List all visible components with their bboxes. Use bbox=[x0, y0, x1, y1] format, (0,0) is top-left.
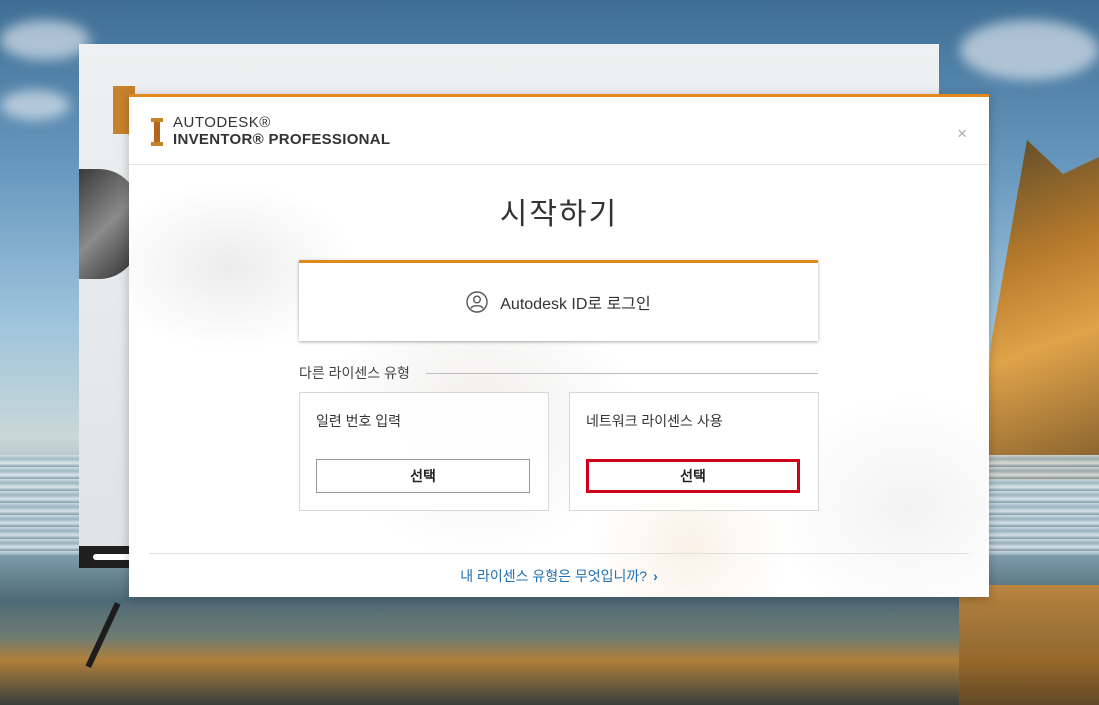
brand-product: INVENTOR® PROFESSIONAL bbox=[173, 131, 391, 148]
cloud bbox=[960, 20, 1099, 80]
divider bbox=[426, 373, 818, 374]
cloud bbox=[0, 20, 90, 60]
footer-divider bbox=[149, 553, 969, 554]
user-icon bbox=[466, 291, 488, 313]
network-license-card: 네트워크 라이센스 사용 선택 bbox=[569, 392, 819, 511]
cliff-reflection bbox=[959, 585, 1099, 705]
network-license-select-button[interactable]: 선택 bbox=[586, 459, 800, 493]
network-license-label: 네트워크 라이센스 사용 bbox=[586, 413, 723, 429]
close-icon[interactable]: × bbox=[957, 125, 967, 142]
sign-in-label: Autodesk ID로 로그인 bbox=[500, 296, 651, 313]
inventor-logo-icon bbox=[151, 118, 163, 146]
license-type-help-link[interactable]: 내 라이센스 유형은 무엇입니까? › bbox=[129, 566, 989, 586]
serial-number-label: 일련 번호 입력 bbox=[316, 413, 402, 429]
dialog-header: AUTODESK® INVENTOR® PROFESSIONAL × bbox=[129, 97, 989, 165]
brand-autodesk: AUTODESK® bbox=[173, 114, 271, 131]
cliff bbox=[979, 140, 1099, 480]
serial-number-select-button[interactable]: 선택 bbox=[316, 459, 530, 493]
other-license-heading: 다른 라이센스 유형 bbox=[299, 365, 410, 381]
get-started-dialog: AUTODESK® INVENTOR® PROFESSIONAL × 시작하기 … bbox=[129, 94, 989, 597]
sign-in-button[interactable]: Autodesk ID로 로그인 bbox=[299, 260, 818, 341]
page-title: 시작하기 bbox=[499, 198, 619, 231]
cloud bbox=[0, 90, 70, 120]
chevron-right-icon: › bbox=[653, 568, 658, 584]
serial-number-card: 일련 번호 입력 선택 bbox=[299, 392, 549, 511]
license-type-help-label: 내 라이센스 유형은 무엇입니까? bbox=[460, 568, 648, 584]
